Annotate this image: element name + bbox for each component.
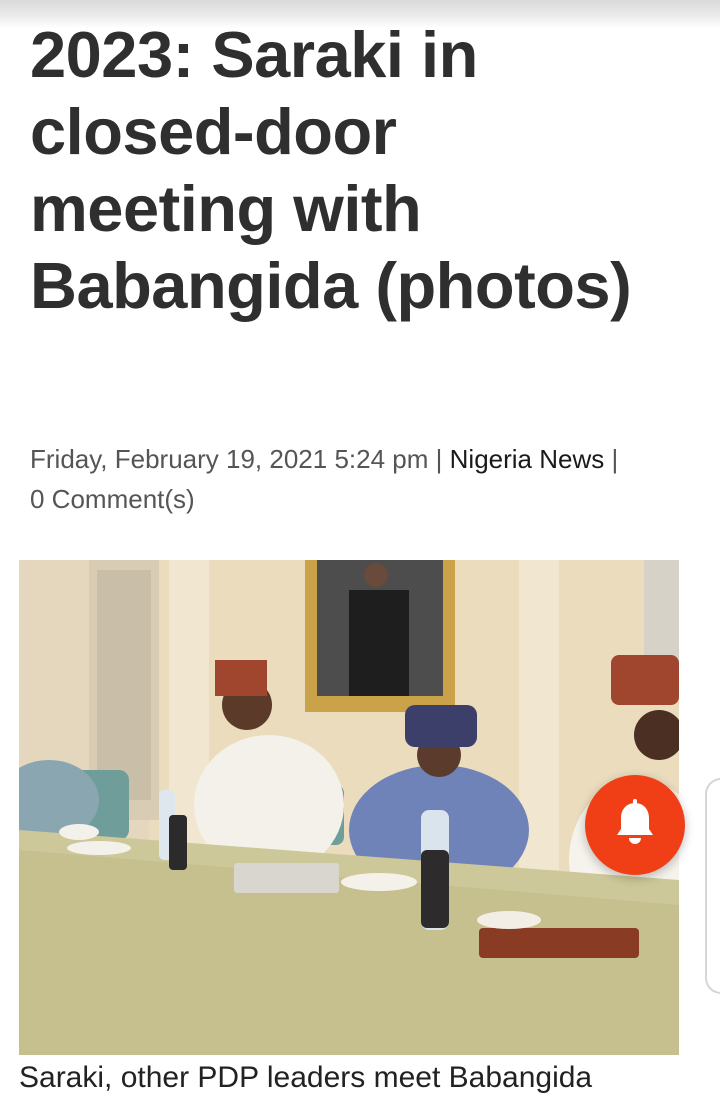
article-title: 2023: Saraki in closed-door meeting with… [30, 18, 632, 322]
side-panel-handle[interactable] [705, 778, 720, 994]
article-page: 2023: Saraki in closed-door meeting with… [0, 0, 720, 1098]
notification-button[interactable] [585, 775, 685, 875]
photo-caption: Saraki, other PDP leaders meet Babangida [19, 1061, 593, 1094]
article-meta: Friday, February 19, 2021 5:24 pm | Nige… [30, 439, 690, 519]
meeting-photo-illustration [19, 560, 679, 1055]
category-link[interactable]: Nigeria News [450, 444, 605, 474]
bell-icon [613, 798, 657, 852]
article-date: Friday, February 19, 2021 5:24 pm [30, 444, 429, 474]
meta-separator: | [611, 444, 619, 474]
meta-separator: | [435, 444, 443, 474]
article-photo [19, 560, 679, 1055]
comment-count[interactable]: 0 Comment(s) [30, 484, 195, 514]
